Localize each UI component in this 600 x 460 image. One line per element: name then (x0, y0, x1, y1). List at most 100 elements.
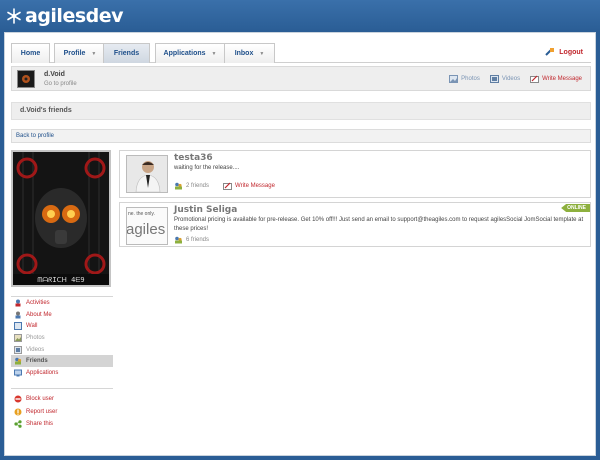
logout-icon (545, 48, 555, 56)
main-nav: Home Profile ▼ Friends Applications ▼ In… (11, 43, 591, 63)
friend-meta: 2 friends Write Message (174, 182, 275, 190)
sidebar-item-label: Activities (26, 299, 50, 306)
friend-name[interactable]: testa36 (174, 153, 213, 163)
back-to-profile-link[interactable]: Back to profile (16, 133, 54, 139)
friend-avatar-text: ne. the only. (128, 211, 155, 217)
photos-icon (449, 75, 459, 83)
sidebar-item-friends[interactable]: Friends (11, 355, 113, 368)
videos-link[interactable]: Videos (489, 75, 521, 83)
friend-count: 2 friends (186, 183, 210, 189)
friend-avatar-logo: agiles (127, 221, 165, 238)
friend-avatar-image: ne. the only. agiles (127, 208, 167, 244)
sidebar-item-wall[interactable]: Wall (11, 320, 113, 332)
videos-link-label: Videos (501, 76, 521, 82)
page-title-bar: d.Void's friends (11, 102, 591, 120)
top-header: agilesdev (0, 0, 600, 32)
about-me-icon (15, 311, 21, 319)
avatar[interactable] (17, 70, 35, 88)
videos-icon (14, 345, 22, 354)
write-message-icon (223, 182, 233, 190)
profile-picture-caption: ᗰᗩᖇIᑕᕼ 4ᗴ9 (37, 276, 84, 284)
write-message-icon (530, 75, 540, 83)
avatar-image (18, 71, 34, 87)
report-user-label: Report user (26, 408, 58, 415)
friend-name[interactable]: Justin Seliga (174, 205, 237, 215)
tab-home[interactable]: Home (11, 43, 50, 63)
activities-icon (15, 299, 21, 307)
report-icon (14, 408, 22, 416)
profile-picture-image: ᗰᗩᖇIᑕᕼ 4ᗴ9 (13, 152, 109, 285)
brand-logo[interactable]: agilesdev (6, 5, 124, 27)
sidebar-item-label: About Me (26, 311, 52, 318)
friend-count: 6 friends (186, 237, 210, 243)
friend-count-link[interactable]: 6 friends (174, 236, 209, 244)
sidebar-item-label: Videos (26, 346, 45, 353)
friends-icon (15, 357, 22, 365)
applications-icon (14, 369, 22, 377)
wall-icon (14, 322, 22, 331)
chevron-down-icon[interactable]: ▼ (259, 51, 264, 57)
block-user-link[interactable]: Block user (11, 393, 113, 406)
photos-link-label: Photos (461, 76, 480, 82)
report-user-link[interactable]: Report user (11, 406, 113, 419)
tab-friends-label: Friends (113, 50, 140, 57)
page-content: Home Profile ▼ Friends Applications ▼ In… (4, 32, 596, 456)
photos-link[interactable]: Photos (449, 75, 480, 83)
sidebar-item-videos[interactable]: Videos (11, 344, 113, 356)
friend-card: ne. the only. agiles Justin Seliga Promo… (119, 202, 591, 247)
sidebar-item-label: Applications (26, 369, 59, 376)
share-this-link[interactable]: Share this (11, 418, 113, 431)
write-message-label: Write Message (235, 183, 275, 189)
friend-card: testa36 waiting for the release.... 2 fr… (119, 150, 591, 198)
chevron-down-icon[interactable]: ▼ (91, 51, 96, 57)
tab-home-label: Home (20, 50, 41, 57)
videos-icon (489, 75, 499, 83)
sidebar-item-activities[interactable]: Activities (11, 297, 113, 309)
sidebar-item-label: Wall (26, 323, 38, 330)
logout-label: Logout (559, 48, 583, 56)
logout-button[interactable]: Logout (545, 47, 583, 57)
friend-status: Promotional pricing is available for pre… (174, 217, 584, 232)
back-bar: Back to profile (11, 129, 591, 143)
write-message-link[interactable]: Write Message (223, 182, 275, 190)
tab-inbox[interactable]: Inbox ▼ (224, 43, 275, 63)
chevron-down-icon[interactable]: ▼ (212, 51, 217, 57)
friend-avatar-image (127, 156, 167, 192)
share-this-label: Share this (26, 421, 54, 428)
friend-avatar[interactable] (126, 155, 168, 193)
tab-inbox-label: Inbox (234, 50, 254, 57)
sidebar-item-label: Photos (26, 334, 45, 341)
tab-applications[interactable]: Applications ▼ (155, 43, 225, 63)
profile-actions-menu: Block user Report user Share this (11, 388, 113, 431)
profile-picture[interactable]: ᗰᗩᖇIᑕᕼ 4ᗴ9 (11, 150, 111, 287)
friend-status: waiting for the release.... (174, 165, 240, 171)
friend-meta: 6 friends (174, 236, 209, 244)
friends-icon (175, 182, 182, 190)
tab-friends[interactable]: Friends (103, 43, 150, 63)
user-bar: d.Void Go to profile Photos Videos Write… (11, 66, 591, 91)
share-icon (14, 420, 22, 429)
sidebar-item-applications[interactable]: Applications (11, 367, 113, 379)
write-message-link[interactable]: Write Message (530, 75, 582, 83)
block-icon (14, 395, 22, 403)
page-title: d.Void's friends (20, 107, 72, 114)
sidebar-item-photos[interactable]: Photos (11, 332, 113, 344)
tab-profile[interactable]: Profile ▼ (54, 43, 106, 63)
friend-count-link[interactable]: 2 friends (174, 182, 209, 190)
user-name[interactable]: d.Void (44, 71, 65, 78)
online-badge: ONLINE (561, 204, 590, 212)
friends-icon (175, 236, 182, 244)
brand-name: agilesdev (25, 5, 124, 27)
block-user-label: Block user (26, 396, 55, 403)
friend-avatar[interactable]: ne. the only. agiles (126, 207, 168, 245)
sidebar-item-about-me[interactable]: About Me (11, 309, 113, 321)
go-to-profile-link[interactable]: Go to profile (44, 81, 77, 87)
profile-sidebar-menu: Activities About Me Wall Photos Videos F… (11, 296, 113, 379)
sidebar-item-label: Friends (26, 358, 48, 365)
tab-profile-label: Profile (63, 50, 86, 57)
write-message-label: Write Message (542, 76, 582, 82)
user-bar-links: Photos Videos Write Message (449, 75, 582, 83)
photos-icon (14, 333, 22, 342)
tab-applications-label: Applications (163, 50, 206, 57)
snowflake-logo-icon (7, 8, 21, 24)
